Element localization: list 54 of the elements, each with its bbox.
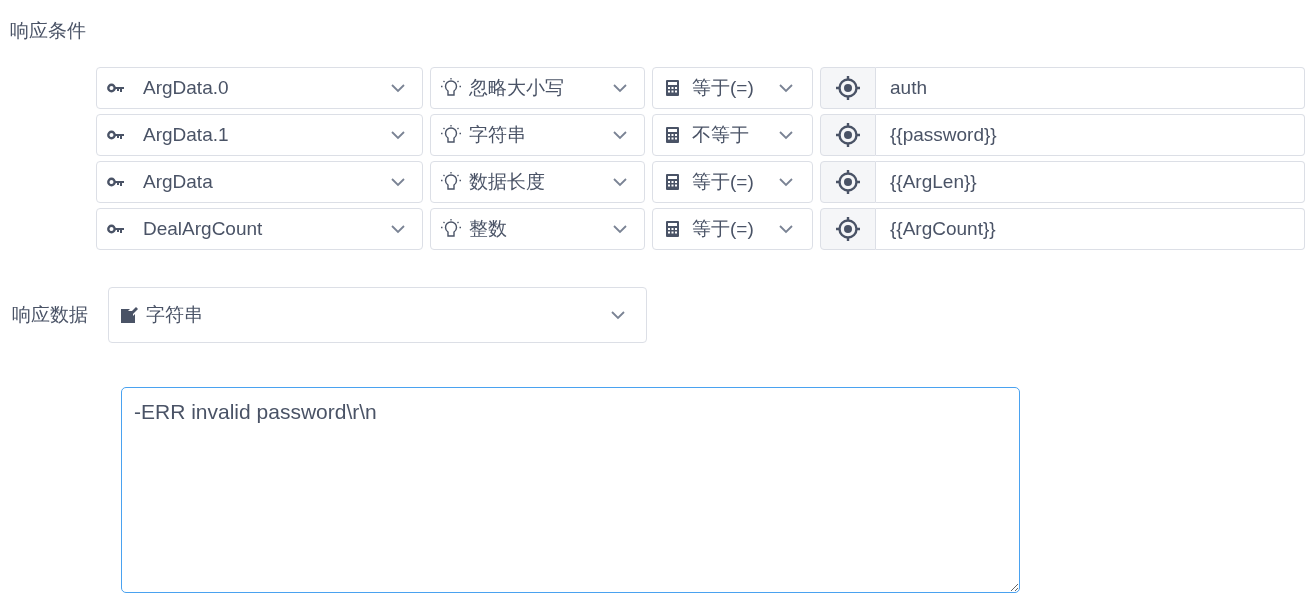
chevron-down-icon [390, 224, 406, 234]
chevron-down-icon [778, 130, 794, 140]
chevron-down-icon [612, 224, 628, 234]
operator-select[interactable]: 等于(=) [652, 67, 813, 109]
key-icon [107, 130, 125, 140]
target-icon [835, 216, 861, 242]
operator-select[interactable]: 等于(=) [652, 208, 813, 250]
field-select[interactable]: DealArgCount [96, 208, 423, 250]
chevron-down-icon [390, 83, 406, 93]
operator-select[interactable]: 不等于 [652, 114, 813, 156]
target-button[interactable] [820, 208, 876, 250]
match-type-select[interactable]: 整数 [430, 208, 645, 250]
section-label: 响应条件 [10, 19, 86, 43]
response-type-select[interactable]: 字符串 [108, 287, 647, 343]
chevron-down-icon [390, 130, 406, 140]
calculator-icon [666, 127, 679, 143]
field-select[interactable]: ArgData [96, 161, 423, 203]
chevron-down-icon [778, 83, 794, 93]
chevron-down-icon [612, 83, 628, 93]
chevron-down-icon [778, 177, 794, 187]
chevron-down-icon [390, 177, 406, 187]
lightbulb-icon [441, 125, 461, 145]
key-icon [107, 224, 125, 234]
match-type-select[interactable]: 字符串 [430, 114, 645, 156]
value-input[interactable]: {{password}} [876, 114, 1305, 156]
calculator-icon [666, 174, 679, 190]
value-input[interactable]: {{ArgCount}} [876, 208, 1305, 250]
target-icon [835, 169, 861, 195]
match-type-select[interactable]: 忽略大小写 [430, 67, 645, 109]
value-input[interactable]: auth [876, 67, 1305, 109]
target-button[interactable] [820, 161, 876, 203]
calculator-icon [666, 80, 679, 96]
calculator-icon [666, 221, 679, 237]
edit-icon [121, 307, 138, 323]
lightbulb-icon [441, 172, 461, 192]
target-button[interactable] [820, 67, 876, 109]
value-input[interactable]: {{ArgLen}} [876, 161, 1305, 203]
lightbulb-icon [441, 78, 461, 98]
target-icon [835, 122, 861, 148]
lightbulb-icon [441, 219, 461, 239]
response-body-field[interactable]: -ERR invalid password\r\n [121, 387, 1020, 593]
operator-select[interactable]: 等于(=) [652, 161, 813, 203]
field-select[interactable]: ArgData.1 [96, 114, 423, 156]
target-icon [835, 75, 861, 101]
chevron-down-icon [612, 177, 628, 187]
chevron-down-icon [612, 130, 628, 140]
field-label: 响应数据 [12, 303, 88, 327]
chevron-down-icon [778, 224, 794, 234]
target-button[interactable] [820, 114, 876, 156]
match-type-select[interactable]: 数据长度 [430, 161, 645, 203]
key-icon [107, 83, 125, 93]
field-select[interactable]: ArgData.0 [96, 67, 423, 109]
key-icon [107, 177, 125, 187]
chevron-down-icon [610, 310, 626, 320]
